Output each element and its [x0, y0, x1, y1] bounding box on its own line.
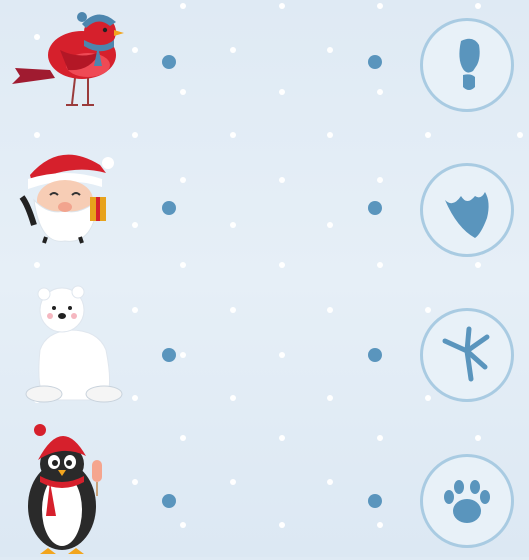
- track-circle-3[interactable]: [420, 308, 514, 402]
- left-dot-2[interactable]: [162, 201, 176, 215]
- track-circle-2[interactable]: [420, 163, 514, 257]
- left-dot-4[interactable]: [162, 494, 176, 508]
- right-dot-4[interactable]: [368, 494, 382, 508]
- boot-print-icon: [459, 38, 480, 90]
- right-dot-2[interactable]: [368, 201, 382, 215]
- track-circle-1[interactable]: [420, 18, 514, 112]
- webbed-foot-icon: [445, 192, 489, 238]
- match-row-santa: [0, 145, 529, 285]
- santa-image: [19, 154, 114, 244]
- left-dot-1[interactable]: [162, 55, 176, 69]
- left-dot-3[interactable]: [162, 348, 176, 362]
- paw-print-icon: [444, 480, 490, 523]
- penguin-image: [28, 424, 102, 554]
- match-row-penguin: [0, 420, 529, 560]
- match-row-polar-bear: [0, 285, 529, 430]
- bird-image: [12, 12, 124, 106]
- match-row-bird: [0, 0, 529, 140]
- polar-bear-image: [25, 285, 123, 403]
- right-dot-1[interactable]: [368, 55, 382, 69]
- track-circle-4[interactable]: [420, 454, 514, 548]
- right-dot-3[interactable]: [368, 348, 382, 362]
- bird-track-icon: [442, 326, 490, 382]
